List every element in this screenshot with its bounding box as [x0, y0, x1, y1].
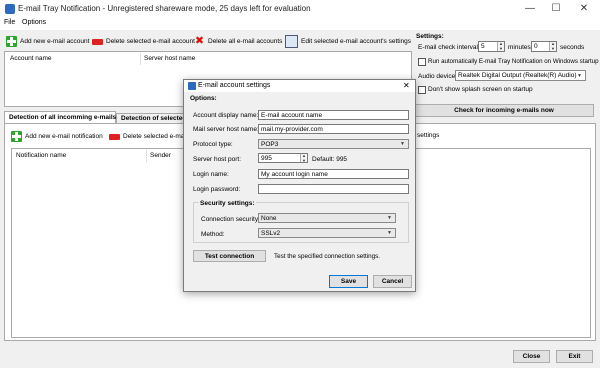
connection-security-label: Connection security: — [201, 216, 260, 223]
audio-device-label: Audio device: — [418, 73, 458, 80]
interval-minutes-input[interactable]: 5 ▲ ▼ — [478, 41, 505, 52]
login-input[interactable]: My account login name — [258, 169, 409, 179]
app-icon — [5, 4, 15, 14]
seconds-spinner[interactable]: ▲ ▼ — [549, 42, 556, 51]
host-label: Mail server host name: — [193, 126, 259, 133]
cancel-button[interactable]: Cancel — [373, 275, 412, 288]
dialog-app-icon — [188, 82, 196, 90]
add-icon — [6, 35, 17, 47]
tab-selected-emails[interactable]: Detection of selected — [116, 113, 186, 123]
delete-selected-notification-button[interactable]: Delete selected e-mail n — [109, 128, 193, 144]
login-label: Login name: — [193, 171, 229, 178]
add-icon — [11, 130, 22, 142]
options-heading: Options: — [190, 95, 217, 102]
menu-bar: File Options — [0, 18, 600, 30]
column-separator — [146, 150, 147, 162]
close-button[interactable]: Close — [513, 350, 550, 363]
security-heading: Security settings: — [199, 200, 256, 207]
splash-label: Don't show splash screen on startup — [428, 86, 533, 93]
delete-selected-account-button[interactable]: Delete selected e-mail account — [92, 33, 195, 49]
chevron-down-icon: ▼ — [577, 72, 582, 79]
autostart-checkbox[interactable] — [418, 58, 426, 66]
method-select[interactable]: SSLv2 ▼ — [258, 228, 396, 238]
delete-selected-icon — [92, 39, 103, 45]
tab-all-emails[interactable]: Detection of all incomming e-mails — [4, 111, 116, 123]
column-sender[interactable]: Sender — [150, 152, 171, 159]
test-connection-button[interactable]: Test connection — [193, 250, 266, 262]
add-account-button[interactable]: Add new e-mail account — [6, 33, 89, 49]
settings-heading: Settings: — [416, 33, 444, 40]
edit-icon — [285, 34, 298, 48]
save-button[interactable]: Save — [329, 275, 368, 288]
port-input[interactable]: 995 ▲ ▼ — [258, 153, 308, 163]
port-label: Server host port: — [193, 156, 242, 163]
protocol-select[interactable]: POP3 ▼ — [258, 139, 409, 149]
host-input[interactable]: mail.my-provider.com — [258, 124, 409, 134]
delete-all-accounts-button[interactable]: ✖ Delete all e-mail accounts — [194, 33, 283, 49]
window-close-button[interactable]: ✕ — [574, 0, 594, 18]
dialog-close-icon[interactable]: ✕ — [403, 81, 410, 90]
port-default-label: Default: 995 — [312, 156, 348, 163]
interval-seconds-input[interactable]: 0 ▲ ▼ — [531, 41, 557, 52]
column-notification-name[interactable]: Notification name — [16, 152, 66, 159]
display-name-input[interactable]: E-mail account name — [258, 110, 409, 120]
column-server-host[interactable]: Server host name — [144, 55, 195, 62]
exit-button[interactable]: Exit — [556, 350, 593, 363]
protocol-label: Protocol type: — [193, 141, 233, 148]
menu-file[interactable]: File — [4, 19, 15, 26]
notification-settings-label[interactable]: settings — [417, 132, 439, 139]
password-input[interactable] — [258, 184, 409, 194]
interval-label: E-mail check interval: — [418, 44, 480, 51]
column-separator — [140, 53, 141, 65]
chevron-down-icon: ▼ — [387, 215, 392, 221]
test-hint: Test the specified connection settings. — [274, 253, 381, 260]
port-spinner[interactable]: ▲ ▼ — [300, 154, 307, 162]
autostart-label: Run automatically E-mail Tray Notificati… — [428, 58, 599, 65]
dialog-title-bar: E-mail account settings ✕ — [184, 80, 415, 92]
method-label: Method: — [201, 231, 225, 238]
minutes-label: minutes — [508, 44, 531, 51]
password-label: Login password: — [193, 186, 241, 193]
seconds-label: seconds — [560, 44, 585, 51]
edit-account-button[interactable]: Edit selected e-mail account's settings — [285, 33, 411, 49]
account-settings-dialog: E-mail account settings ✕ Options: Accou… — [183, 79, 416, 292]
chevron-down-icon: ▼ — [387, 230, 392, 236]
minimize-button[interactable]: — — [520, 0, 540, 18]
add-notification-button[interactable]: Add new e-mail notification — [11, 128, 103, 144]
delete-selected-icon — [109, 134, 120, 140]
delete-all-icon: ✖ — [194, 34, 205, 47]
display-name-label: Account display name: — [193, 112, 259, 119]
audio-device-select[interactable]: Realtek Digital Output (Realtek(R) Audio… — [455, 70, 586, 81]
chevron-down-icon: ▼ — [400, 141, 405, 147]
connection-security-select[interactable]: None ▼ — [258, 213, 396, 223]
title-bar: E-mail Tray Notification - Unregistered … — [0, 0, 600, 18]
window-title: E-mail Tray Notification - Unregistered … — [18, 4, 311, 13]
column-account-name[interactable]: Account name — [10, 55, 52, 62]
minutes-spinner[interactable]: ▲ ▼ — [497, 42, 504, 51]
menu-options[interactable]: Options — [22, 19, 46, 26]
splash-checkbox[interactable] — [418, 86, 426, 94]
check-emails-button[interactable]: Check for incoming e-mails now — [414, 104, 594, 117]
maximize-button[interactable]: ☐ — [546, 0, 566, 18]
dialog-title: E-mail account settings — [198, 82, 271, 89]
